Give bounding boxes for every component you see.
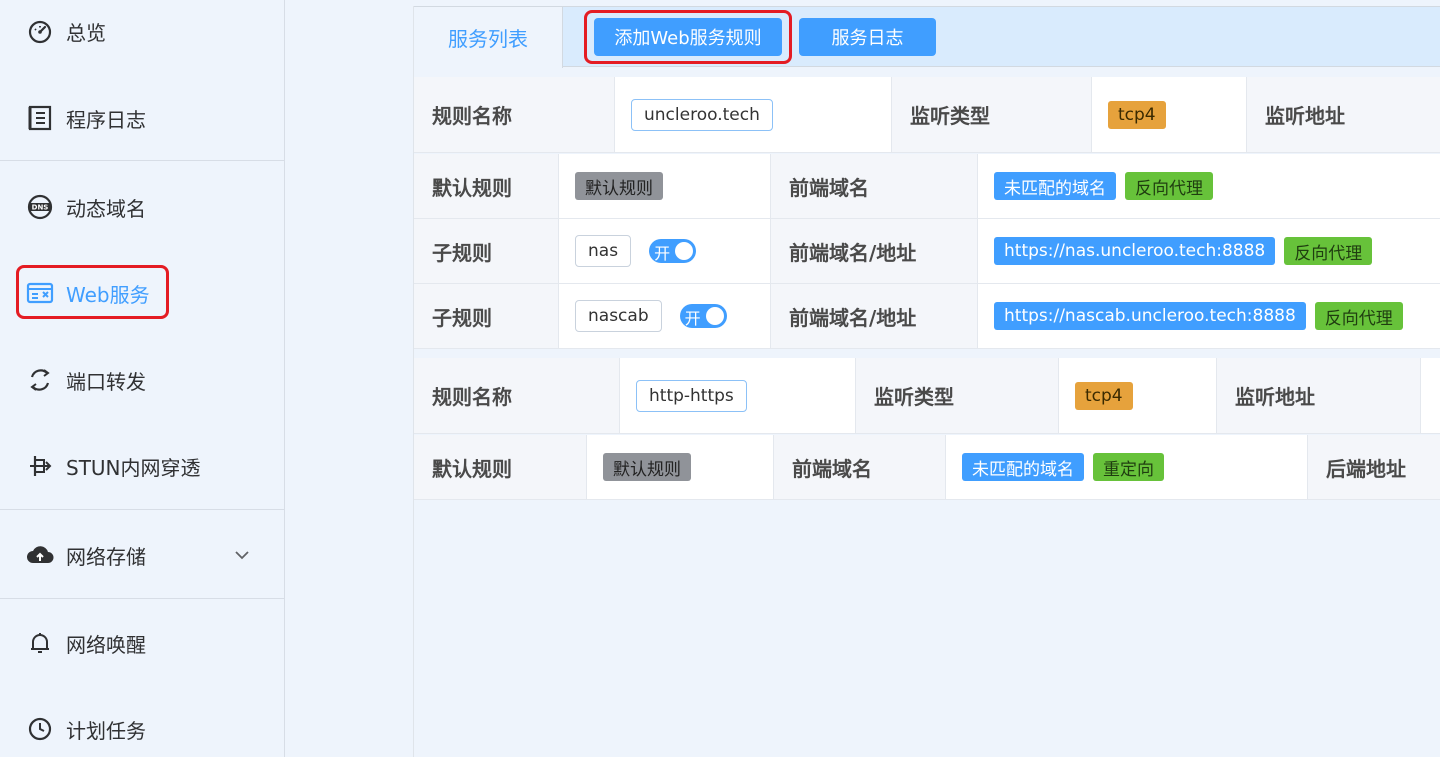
listen-addr-label: 监听地址 bbox=[1216, 358, 1420, 433]
stun-icon bbox=[26, 452, 54, 480]
subrule-toggle[interactable]: 开 bbox=[679, 304, 727, 328]
subrule-cell: nascab 开 bbox=[558, 284, 770, 348]
default-rule-row: 默认规则 默认规则 前端域名 未匹配的域名 重定向 后端地址 bbox=[414, 435, 1440, 500]
listen-type-tag: tcp4 bbox=[1108, 100, 1166, 129]
dashboard-icon bbox=[26, 17, 54, 45]
default-rule-cell: 默认规则 bbox=[558, 154, 770, 218]
rule-name-cell: http-https bbox=[619, 358, 855, 433]
sidebar-divider bbox=[0, 160, 284, 161]
frontend-label: 前端域名 bbox=[773, 435, 945, 499]
redirect-tag: 重定向 bbox=[1093, 453, 1164, 481]
sidebar-item-stun[interactable]: STUN内网穿透 bbox=[0, 441, 284, 491]
svg-text:DNS: DNS bbox=[32, 204, 49, 212]
sidebar-item-label: 网络唤醒 bbox=[66, 632, 146, 657]
frontend-addr-cell: https://nas.uncleroo.tech:8888 反向代理 bbox=[977, 219, 1440, 283]
rule-name-cell: uncleroo.tech bbox=[614, 77, 891, 152]
bell-icon bbox=[26, 629, 54, 657]
sidebar-item-overview[interactable]: 总览 bbox=[0, 6, 284, 56]
subrule-row: 子规则 nascab 开 前端域名/地址 https://nascab.uncl… bbox=[414, 284, 1440, 349]
subrule-name[interactable]: nas bbox=[575, 235, 632, 267]
listen-type-cell: tcp4 bbox=[1058, 358, 1216, 433]
sidebar-item-label: 总览 bbox=[66, 20, 106, 45]
toggle-label: 开 bbox=[654, 244, 671, 263]
add-web-rule-button[interactable]: 添加Web服务规则 bbox=[594, 18, 782, 56]
reverse-proxy-tag: 反向代理 bbox=[1125, 172, 1213, 200]
log-icon bbox=[26, 104, 54, 132]
subrule-label: 子规则 bbox=[414, 219, 558, 283]
rule-name-label: 规则名称 bbox=[414, 358, 619, 433]
default-rule-tag: 默认规则 bbox=[603, 453, 691, 481]
sidebar: 总览 程序日志 DNS 动态域名 Web服务 端口转发 STUN内网穿透 网络存… bbox=[0, 0, 285, 757]
sidebar-item-network-storage[interactable]: 网络存储 bbox=[0, 530, 284, 580]
sidebar-divider bbox=[0, 598, 284, 599]
toggle-knob bbox=[675, 242, 694, 260]
backend-addr-label: 后端地址 bbox=[1307, 435, 1440, 499]
clock-icon bbox=[26, 715, 54, 743]
default-rule-row: 默认规则 默认规则 前端域名 未匹配的域名 反向代理 bbox=[414, 154, 1440, 219]
chevron-down-icon[interactable] bbox=[232, 545, 252, 565]
rule-header-row: 规则名称 http-https 监听类型 tcp4 监听地址 bbox=[414, 358, 1440, 434]
sidebar-item-label: 端口转发 bbox=[66, 369, 146, 394]
toggle-label: 开 bbox=[684, 309, 701, 328]
frontend-url-tag[interactable]: https://nascab.uncleroo.tech:8888 bbox=[994, 302, 1306, 330]
listen-type-tag: tcp4 bbox=[1075, 381, 1133, 410]
default-rule-label: 默认规则 bbox=[414, 435, 586, 499]
sidebar-item-port-forward[interactable]: 端口转发 bbox=[0, 355, 284, 405]
cloud-upload-icon bbox=[26, 541, 54, 569]
sidebar-item-scheduled-task[interactable]: 计划任务 bbox=[0, 704, 284, 754]
main-content: 服务列表 添加Web服务规则 服务日志 规则名称 uncleroo.tech 监… bbox=[413, 6, 1440, 757]
reverse-proxy-tag: 反向代理 bbox=[1314, 302, 1403, 330]
unmatched-domain-tag: 未匹配的域名 bbox=[994, 172, 1116, 200]
frontend-addr-cell: https://nascab.uncleroo.tech:8888 反向代理 bbox=[977, 284, 1440, 348]
subrule-toggle[interactable]: 开 bbox=[649, 239, 697, 263]
default-rule-label: 默认规则 bbox=[414, 154, 558, 218]
tab-service-list[interactable]: 服务列表 bbox=[414, 7, 563, 68]
listen-type-label: 监听类型 bbox=[891, 77, 1091, 152]
dns-icon: DNS bbox=[26, 193, 54, 221]
default-rule-cell: 默认规则 bbox=[586, 435, 773, 499]
frontend-cell: 未匹配的域名 反向代理 bbox=[977, 154, 1440, 218]
rule-name-label: 规则名称 bbox=[414, 77, 614, 152]
sidebar-item-program-log[interactable]: 程序日志 bbox=[0, 93, 284, 143]
frontend-cell: 未匹配的域名 重定向 bbox=[945, 435, 1307, 499]
listen-addr-cell bbox=[1420, 358, 1440, 433]
toggle-knob bbox=[705, 307, 724, 325]
sidebar-item-label: 动态域名 bbox=[66, 196, 146, 221]
rule-name-value[interactable]: uncleroo.tech bbox=[631, 98, 773, 131]
rule-name-value[interactable]: http-https bbox=[636, 379, 747, 412]
frontend-label: 前端域名 bbox=[770, 154, 977, 218]
sidebar-item-label: Web服务 bbox=[66, 282, 150, 307]
subrule-label: 子规则 bbox=[414, 284, 558, 348]
listen-type-label: 监听类型 bbox=[855, 358, 1058, 433]
reverse-proxy-tag: 反向代理 bbox=[1284, 237, 1373, 265]
unmatched-domain-tag: 未匹配的域名 bbox=[962, 453, 1084, 481]
sidebar-item-web-service[interactable]: Web服务 bbox=[0, 268, 284, 318]
sidebar-item-label: 计划任务 bbox=[66, 718, 146, 743]
app-root: 总览 程序日志 DNS 动态域名 Web服务 端口转发 STUN内网穿透 网络存… bbox=[0, 0, 1440, 757]
sidebar-item-wake-on-lan[interactable]: 网络唤醒 bbox=[0, 618, 284, 668]
subrule-cell: nas 开 bbox=[558, 219, 770, 283]
sidebar-divider bbox=[0, 509, 284, 510]
port-forward-icon bbox=[26, 366, 54, 394]
frontend-addr-label: 前端域名/地址 bbox=[770, 284, 977, 348]
listen-addr-label: 监听地址 bbox=[1246, 77, 1440, 152]
sidebar-item-ddns[interactable]: DNS 动态域名 bbox=[0, 182, 284, 232]
frontend-url-tag[interactable]: https://nas.uncleroo.tech:8888 bbox=[994, 237, 1276, 265]
sidebar-item-label: 网络存储 bbox=[66, 544, 146, 569]
listen-type-cell: tcp4 bbox=[1091, 77, 1246, 152]
frontend-addr-label: 前端域名/地址 bbox=[770, 219, 977, 283]
tab-bar: 服务列表 添加Web服务规则 服务日志 bbox=[414, 6, 1440, 68]
subrule-name[interactable]: nascab bbox=[575, 300, 662, 332]
sidebar-item-label: 程序日志 bbox=[66, 107, 146, 132]
rule-header-row: 规则名称 uncleroo.tech 监听类型 tcp4 监听地址 bbox=[414, 77, 1440, 153]
service-log-button[interactable]: 服务日志 bbox=[799, 18, 936, 56]
web-service-icon bbox=[26, 279, 54, 307]
default-rule-tag: 默认规则 bbox=[575, 172, 663, 200]
subrule-row: 子规则 nas 开 前端域名/地址 https://nas.uncleroo.t… bbox=[414, 219, 1440, 284]
sidebar-item-label: STUN内网穿透 bbox=[66, 455, 201, 480]
